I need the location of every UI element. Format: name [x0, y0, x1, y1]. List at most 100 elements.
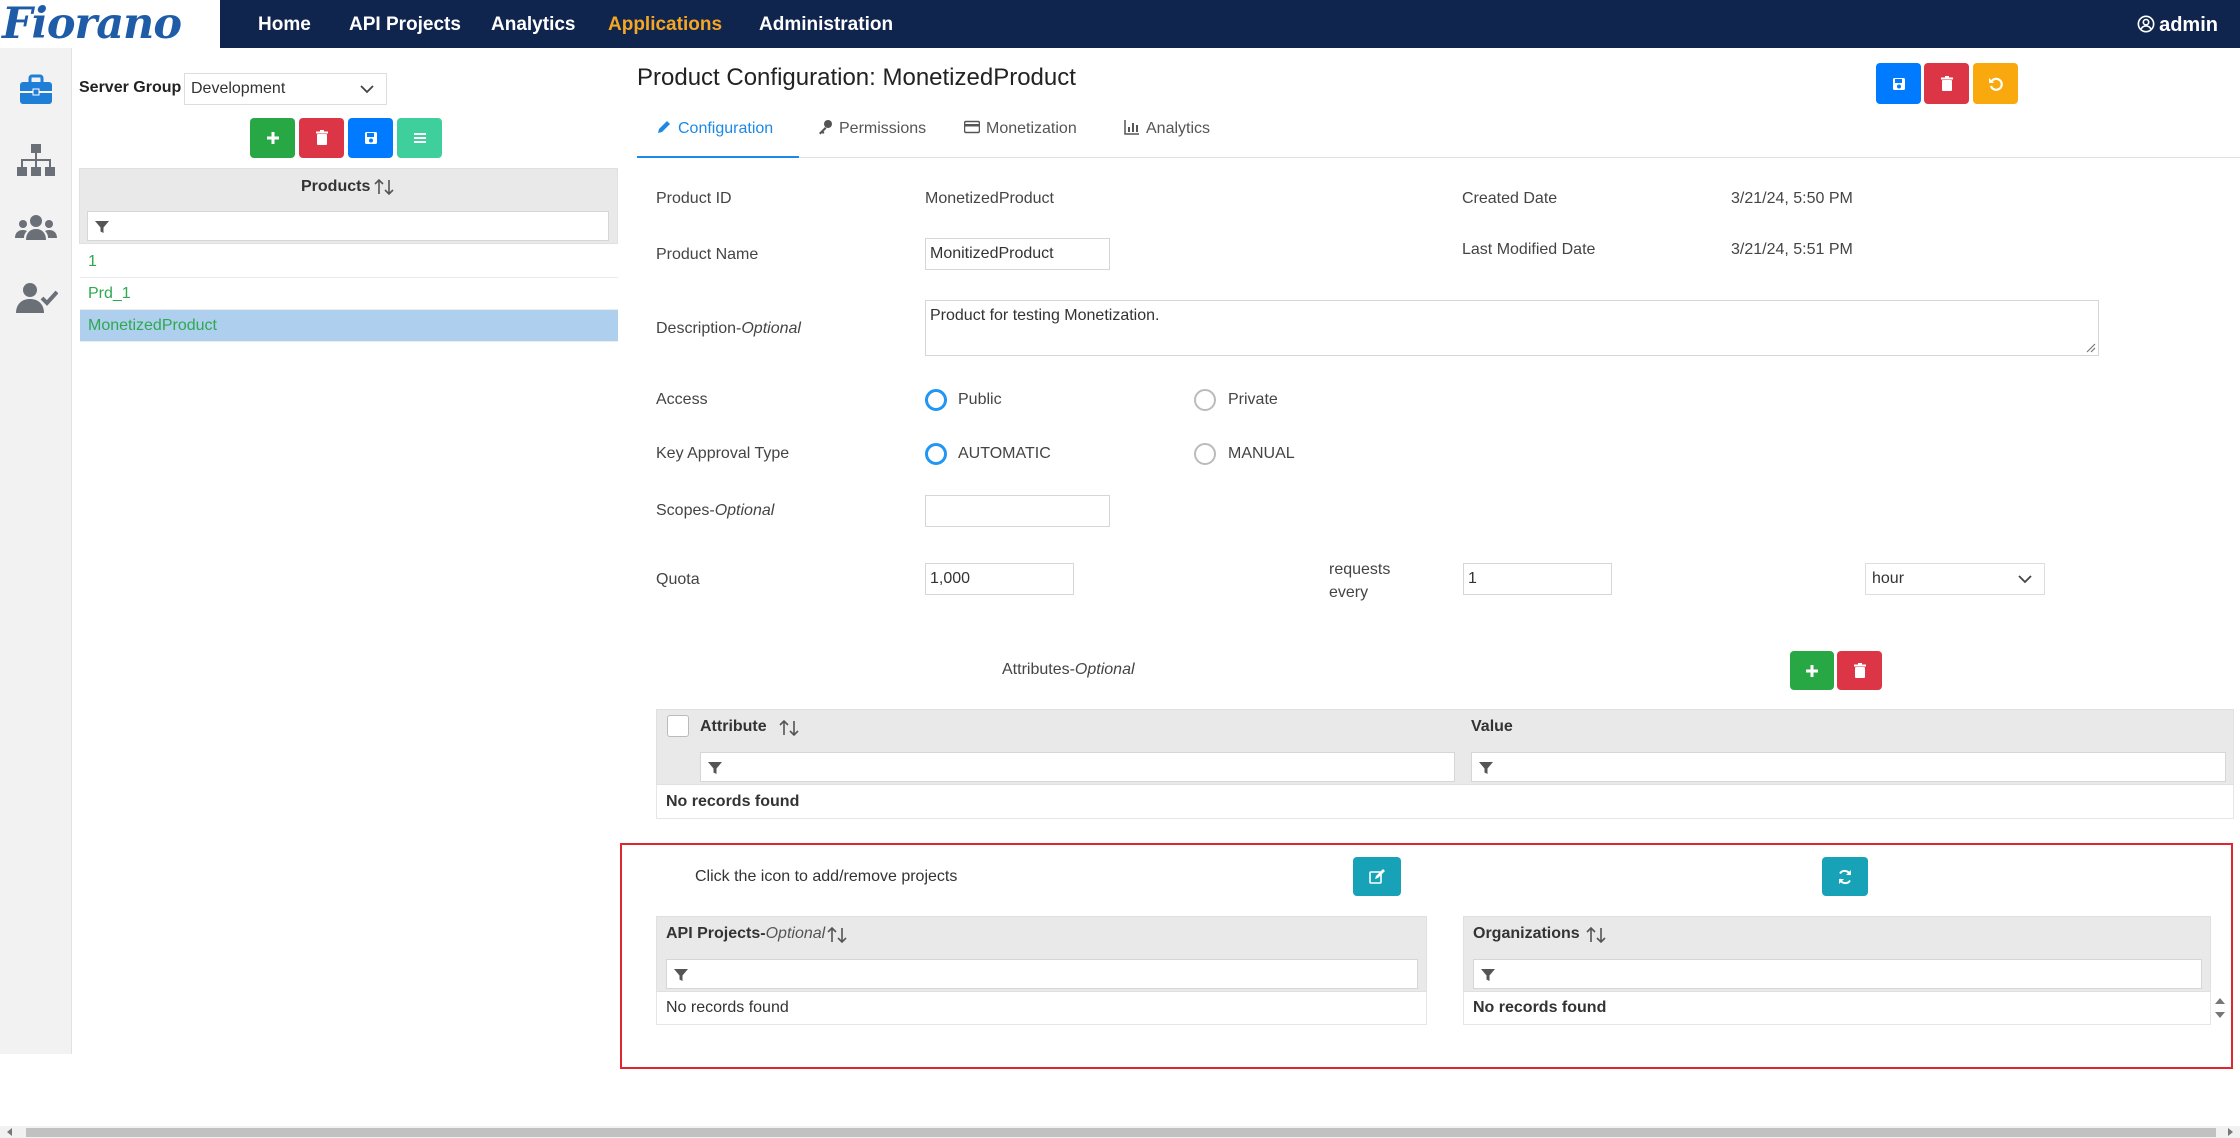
nav-home[interactable]: Home — [258, 0, 311, 48]
access-private-label[interactable]: Private — [1228, 391, 1278, 409]
scroll-right-icon[interactable] — [2226, 1128, 2234, 1136]
delete-config-button[interactable] — [1924, 63, 1969, 104]
floppy-disk-icon — [1892, 77, 1905, 90]
approval-manual-radio[interactable] — [1194, 443, 1216, 465]
sort-icon[interactable] — [1585, 924, 1607, 946]
tab-analytics[interactable]: Analytics — [1124, 112, 1210, 158]
tab-configuration[interactable]: Configuration — [637, 112, 799, 158]
plus-icon — [266, 132, 279, 144]
nav-analytics[interactable]: Analytics — [491, 0, 575, 48]
scroll-left-icon[interactable] — [6, 1128, 14, 1136]
access-private-radio[interactable] — [1194, 389, 1216, 411]
approval-manual-label[interactable]: MANUAL — [1228, 445, 1295, 463]
refresh-organizations-button[interactable] — [1822, 857, 1868, 896]
pencil-icon — [658, 121, 670, 133]
scopes-input[interactable] — [925, 495, 1110, 527]
last-modified-value: 3/21/24, 5:51 PM — [1731, 241, 1853, 258]
api-projects-column-header[interactable]: API Projects-Optional — [666, 925, 825, 943]
users-group-icon[interactable] — [14, 208, 58, 248]
product-name-input[interactable]: MonitizedProduct — [925, 238, 1110, 270]
product-row-monetizedproduct[interactable]: MonetizedProduct — [80, 310, 618, 342]
attributes-empty-text: No records found — [666, 793, 800, 810]
description-label-text: Description- — [656, 320, 742, 337]
requests-text: requests — [1329, 561, 1391, 578]
tab-monetization[interactable]: Monetization — [963, 112, 1077, 158]
organizations-filter-input[interactable] — [1473, 959, 2202, 989]
quota-interval-input[interactable]: 1 — [1463, 563, 1612, 595]
product-row-1[interactable]: 1 — [80, 246, 618, 278]
add-attribute-button[interactable] — [1790, 651, 1834, 690]
attribute-filter-input[interactable] — [700, 752, 1455, 782]
access-public-radio[interactable] — [925, 389, 947, 411]
trash-icon — [1853, 662, 1866, 678]
approval-automatic-label[interactable]: AUTOMATIC — [958, 445, 1051, 463]
nav-api-projects[interactable]: API Projects — [349, 0, 461, 48]
list-view-button[interactable] — [397, 118, 442, 158]
attributes-label: Attributes-Optional — [1002, 661, 1135, 679]
product-id-label: Product ID — [656, 190, 732, 207]
api-projects-label-text: API Projects- — [666, 925, 766, 942]
nav-applications[interactable]: Applications — [608, 0, 722, 48]
quota-input[interactable]: 1,000 — [925, 563, 1074, 595]
description-textarea[interactable]: Product for testing Monetization. — [925, 300, 2099, 356]
delete-attribute-button[interactable] — [1837, 651, 1882, 690]
horizontal-scrollbar-thumb[interactable] — [26, 1128, 2216, 1137]
last-modified-label: Last Modified Date — [1462, 241, 1596, 258]
nav-administration[interactable]: Administration — [759, 0, 893, 48]
server-group-select[interactable]: Development — [184, 73, 387, 105]
briefcase-icon[interactable] — [14, 70, 58, 110]
attribute-column-header[interactable]: Attribute — [700, 718, 767, 736]
organizations-grid-header: Organizations — [1463, 916, 2211, 992]
key-icon — [819, 120, 832, 135]
sort-icon[interactable] — [373, 176, 395, 198]
approval-automatic-radio[interactable] — [925, 443, 947, 465]
save-product-button[interactable] — [348, 118, 393, 158]
filter-icon — [708, 762, 722, 774]
organizations-empty-row: No records found — [1463, 992, 2211, 1025]
add-product-button[interactable] — [250, 118, 295, 158]
projects-hint: Click the icon to add/remove projects — [695, 868, 958, 885]
reset-config-button[interactable] — [1973, 63, 2018, 104]
filter-icon — [95, 221, 109, 233]
edit-projects-button[interactable] — [1353, 857, 1401, 896]
filter-icon — [1479, 762, 1493, 774]
resize-grip-icon[interactable] — [2086, 343, 2096, 353]
sitemap-icon[interactable] — [14, 140, 58, 180]
description-optional: Optional — [741, 320, 801, 337]
user-circle-icon — [2137, 15, 2155, 33]
description-value: Product for testing Monetization. — [930, 307, 1160, 324]
requests-every-label: requests every — [1329, 558, 1390, 604]
organizations-column-header[interactable]: Organizations — [1473, 925, 1580, 943]
credit-card-icon — [963, 120, 981, 134]
trash-icon — [315, 130, 328, 145]
access-label: Access — [656, 391, 708, 408]
key-approval-label: Key Approval Type — [656, 445, 790, 462]
tab-permissions[interactable]: Permissions — [817, 112, 926, 158]
products-filter-input[interactable] — [87, 211, 609, 241]
user-menu[interactable]: admin — [2137, 0, 2218, 48]
scroll-arrows-icon[interactable] — [2213, 994, 2227, 1022]
api-projects-filter-input[interactable] — [666, 959, 1418, 989]
undo-icon — [1988, 77, 2003, 91]
api-projects-empty-text: No records found — [666, 999, 789, 1016]
fiorano-logo[interactable]: Fiorano — [0, 0, 220, 49]
save-config-button[interactable] — [1876, 63, 1921, 104]
user-check-icon[interactable] — [14, 278, 58, 318]
user-name: admin — [2159, 14, 2218, 36]
quota-unit-select[interactable]: hour — [1865, 563, 2045, 595]
horizontal-scrollbar[interactable] — [0, 1126, 2240, 1138]
list-icon — [413, 133, 426, 143]
sort-icon[interactable] — [778, 717, 800, 739]
every-text: every — [1329, 584, 1369, 601]
product-row-prd-1[interactable]: Prd_1 — [80, 278, 618, 310]
bar-chart-icon — [1124, 120, 1139, 135]
products-column-header[interactable]: Products — [301, 178, 370, 196]
scopes-label: Scopes-Optional — [656, 502, 774, 520]
access-public-label[interactable]: Public — [958, 391, 1002, 409]
created-date-value: 3/21/24, 5:50 PM — [1731, 190, 1853, 207]
tab-analytics-label: Analytics — [1146, 120, 1211, 137]
value-filter-input[interactable] — [1471, 752, 2226, 782]
delete-product-button[interactable] — [299, 118, 344, 158]
sort-icon[interactable] — [826, 924, 848, 946]
select-all-checkbox[interactable] — [667, 715, 689, 737]
